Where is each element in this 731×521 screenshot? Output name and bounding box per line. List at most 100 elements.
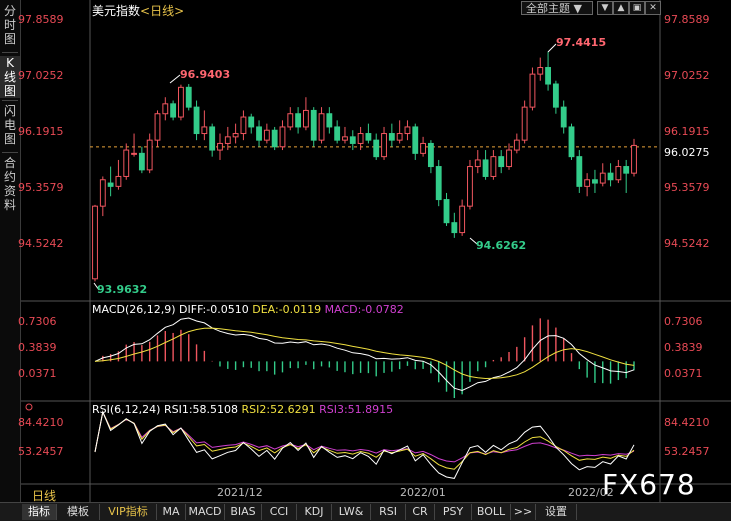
- candle-up: [217, 142, 223, 151]
- chart-canvas[interactable]: [0, 0, 731, 502]
- rsi-axis-label: 53.2457: [664, 445, 710, 458]
- candle-up: [131, 152, 137, 155]
- candle-up: [381, 133, 387, 158]
- candle-down: [545, 67, 551, 85]
- candle-up: [240, 116, 247, 135]
- low-annotation: 94.6262: [476, 239, 527, 252]
- tab-indicator[interactable]: 指标: [22, 504, 57, 520]
- chart-title: 美元指数<日线>: [92, 2, 184, 19]
- candle-down: [295, 113, 302, 128]
- rsi1-value: RSI1:58.5108: [163, 403, 239, 416]
- tab-cci[interactable]: CCI: [262, 504, 297, 520]
- close-button[interactable]: ✕: [645, 1, 661, 15]
- scroll-up-button[interactable]: ▲: [613, 1, 629, 15]
- tab-boll[interactable]: BOLL: [472, 504, 511, 520]
- high-marker: [169, 74, 181, 84]
- candle-up: [357, 133, 364, 144]
- candle-down: [388, 133, 395, 141]
- tab-cr[interactable]: CR: [406, 504, 435, 520]
- candle-up: [201, 126, 208, 135]
- tab-flash[interactable]: 闪电图: [0, 104, 20, 146]
- candle-up: [154, 113, 161, 141]
- candle-down: [349, 136, 356, 144]
- tab-settings[interactable]: 设置: [536, 504, 577, 520]
- candle-up: [263, 129, 270, 141]
- candle-up: [342, 136, 348, 141]
- tab-vip-indicator[interactable]: VIP指标: [100, 504, 157, 520]
- tab-kline[interactable]: K线图: [0, 56, 20, 98]
- rsi-legend: RSI(6,12,24) RSI1:58.5108 RSI2:52.6291 R…: [92, 403, 393, 416]
- candle-up: [99, 179, 106, 207]
- candle-up: [287, 113, 294, 128]
- x-axis-label: 2022/01: [400, 486, 446, 499]
- candle-down: [248, 116, 255, 128]
- candle-down: [185, 86, 192, 108]
- candle-up: [318, 113, 325, 141]
- macd-axis-label: 0.0371: [664, 367, 703, 380]
- candle-up: [396, 133, 403, 141]
- current-price-label: 96.0275: [664, 146, 710, 159]
- macd-axis-label: 0.3839: [664, 341, 703, 354]
- candle-down: [271, 129, 278, 148]
- sidebar-divider: [2, 100, 18, 101]
- tab-kdj[interactable]: KDJ: [297, 504, 332, 520]
- candle-up: [123, 149, 130, 177]
- tab-lw[interactable]: LW&: [332, 504, 371, 520]
- period-indicator: <日线>: [140, 4, 185, 18]
- candle-down: [607, 172, 614, 181]
- high-marker: [547, 43, 557, 53]
- rsi-axis-label: 53.2457: [18, 445, 64, 458]
- candle-up: [279, 126, 286, 148]
- candle-down: [435, 166, 442, 201]
- tab-rsi[interactable]: RSI: [371, 504, 406, 520]
- candle-down: [568, 126, 575, 158]
- tab-ma[interactable]: MA: [157, 504, 186, 520]
- tab-macd[interactable]: MACD: [186, 504, 225, 520]
- candle-down: [482, 159, 489, 177]
- candle-up: [302, 109, 309, 128]
- candle-up: [584, 179, 591, 187]
- theme-select[interactable]: 全部主题 ▼: [521, 1, 593, 15]
- price-axis-label: 96.1915: [664, 125, 710, 138]
- candle-up: [420, 142, 427, 154]
- macd-axis-label: 0.7306: [18, 315, 57, 328]
- watermark-logo: FX678: [602, 468, 696, 501]
- candle-up: [224, 136, 231, 144]
- tab-template[interactable]: 模板: [57, 504, 100, 520]
- tab-more[interactable]: >>: [511, 504, 536, 520]
- rsi2-line: [94, 410, 635, 470]
- candle-down: [592, 179, 598, 184]
- tab-timeshare[interactable]: 分时图: [0, 4, 20, 46]
- candle-down: [365, 133, 372, 141]
- candle-up: [631, 144, 637, 174]
- tab-contract-info[interactable]: 合约资料: [0, 156, 20, 212]
- rsi-title: RSI(6,12,24): [92, 403, 161, 416]
- candle-up: [92, 205, 98, 280]
- tab-kline-label: K线图: [3, 56, 16, 98]
- macd-title: MACD(26,12,9): [92, 303, 176, 316]
- price-axis-left-label: 94.5242: [18, 237, 64, 250]
- candle-up: [178, 86, 184, 118]
- maximize-button[interactable]: ▣: [629, 1, 645, 15]
- scroll-down-button[interactable]: ▼: [597, 1, 613, 15]
- candle-up: [521, 106, 528, 141]
- tab-psy[interactable]: PSY: [435, 504, 472, 520]
- candle-down: [209, 126, 216, 151]
- tab-contract-info-label: 合约资料: [3, 156, 16, 212]
- candle-down: [560, 106, 567, 128]
- tab-bias[interactable]: BIAS: [225, 504, 262, 520]
- macd-axis-label: 0.0371: [18, 367, 57, 380]
- candle-down: [451, 222, 458, 234]
- candle-up: [459, 205, 466, 234]
- price-axis-label: 94.5242: [664, 237, 710, 250]
- x-axis-label: 2021/12: [217, 486, 263, 499]
- price-axis-label: 97.0252: [664, 69, 710, 82]
- candle-up: [115, 175, 122, 187]
- candle-down: [373, 139, 380, 158]
- candle-down: [576, 156, 583, 187]
- price-axis-left-label: 97.0252: [18, 69, 64, 82]
- candle-down: [412, 126, 419, 154]
- candle-down: [552, 83, 559, 108]
- rsi1-line: [94, 410, 635, 479]
- candle-up: [490, 156, 497, 177]
